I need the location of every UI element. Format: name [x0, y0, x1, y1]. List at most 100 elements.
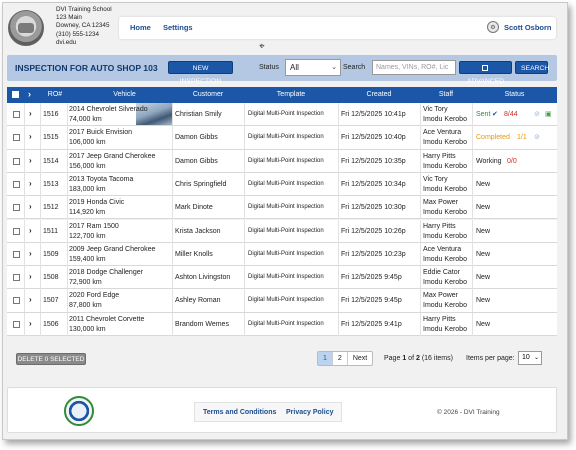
status-select[interactable]: All ⌄ — [285, 59, 341, 76]
ro-number[interactable]: 1514 — [43, 158, 59, 165]
row-expand-icon[interactable]: › — [29, 132, 32, 141]
row-expand-icon[interactable]: › — [29, 179, 32, 188]
page-2-button[interactable]: 2 — [333, 352, 348, 365]
page-info-prefix: Page — [384, 355, 401, 362]
vehicle-name[interactable]: 2018 Dodge Challenger — [69, 269, 143, 276]
table-row[interactable]: › 1512 2019 Honda Civic 114,920 km Mark Dino… — [7, 196, 557, 220]
items-per-page-value: 10 — [522, 354, 530, 361]
row-checkbox[interactable] — [13, 204, 20, 212]
row-checkbox[interactable] — [13, 297, 20, 305]
row-checkbox[interactable] — [13, 134, 20, 142]
customer-name: Krista Jackson — [175, 227, 221, 235]
row-checkbox[interactable] — [13, 157, 20, 165]
customer-name: Damon Gibbs — [175, 134, 218, 142]
ro-number[interactable]: 1512 — [43, 204, 59, 211]
customer-name: Chris Springfield — [175, 180, 227, 188]
link-icon[interactable]: ⊘ — [534, 133, 540, 141]
user-name: Scott Osborn — [504, 22, 552, 32]
col-staff[interactable]: Staff — [420, 91, 472, 98]
nav-settings[interactable]: Settings — [163, 23, 193, 32]
row-expand-icon[interactable]: › — [29, 202, 32, 211]
table-row[interactable]: › 1508 2018 Dodge Challenger 72,900 km Ashto… — [7, 266, 557, 290]
status-text: New — [476, 204, 491, 212]
select-all-checkbox[interactable] — [12, 91, 19, 98]
created-date: Fri 12/5/2025 10:41p — [341, 111, 406, 118]
link-icon[interactable]: ⊘ — [534, 110, 540, 118]
items-per-page-select[interactable]: 10 ⌄ — [518, 351, 542, 365]
expand-all-icon[interactable]: › — [28, 89, 31, 99]
vehicle-name[interactable]: 2017 Buick Envision — [69, 129, 132, 136]
staff-name: Vic Tory — [423, 106, 448, 113]
table-row[interactable]: › 1511 2017 Ram 1500 122,700 km Krista Jacks… — [7, 219, 557, 243]
col-vehicle[interactable]: Vehicle — [77, 91, 172, 98]
page-title: INSPECTION FOR AUTO SHOP 103 — [15, 63, 158, 73]
status-count: 1/1 — [517, 134, 527, 142]
staff-sub-name: Imodu Kerobo — [423, 185, 467, 193]
ro-number[interactable]: 1513 — [43, 181, 59, 188]
row-expand-icon[interactable]: › — [29, 319, 32, 328]
staff-sub-name: Imodu Kerobo — [423, 325, 467, 333]
vehicle-name[interactable]: 2020 Ford Edge — [69, 292, 119, 299]
table-row[interactable]: › 1516 2014 Chevrolet Silverado 74,000 km Ch… — [7, 103, 557, 127]
row-expand-icon[interactable]: › — [29, 249, 32, 258]
vehicle-name[interactable]: 2017 Ram 1500 — [69, 223, 119, 230]
row-expand-icon[interactable]: › — [29, 226, 32, 235]
terms-link[interactable]: Terms and Conditions — [203, 409, 276, 416]
new-inspection-button[interactable]: NEW INSPECTION — [168, 61, 233, 85]
row-checkbox[interactable] — [13, 320, 20, 328]
table-row[interactable]: › 1506 2011 Chevrolet Corvette 130,000 km Br… — [7, 312, 557, 336]
vehicle-name[interactable]: 2017 Jeep Grand Cherokee — [69, 153, 155, 160]
col-ro[interactable]: RO# — [43, 91, 67, 98]
col-status[interactable]: Status — [472, 91, 557, 98]
col-customer[interactable]: Customer — [172, 91, 244, 98]
privacy-link[interactable]: Privacy Policy — [286, 409, 333, 416]
table-row[interactable]: › 1514 2017 Jeep Grand Cherokee 156,000 km D… — [7, 149, 557, 173]
vehicle-name[interactable]: 2011 Chevrolet Corvette — [69, 316, 144, 323]
image-icon[interactable]: ▣ — [545, 110, 552, 118]
template-name: Digital Multi-Point Inspection — [248, 274, 324, 281]
ro-number[interactable]: 1508 — [43, 274, 59, 281]
ro-number[interactable]: 1509 — [43, 251, 59, 258]
table-row[interactable]: › 1507 2020 Ford Edge 87,800 km Ashley Roman… — [7, 289, 557, 313]
mouse-cursor-icon: ⌖ — [259, 41, 265, 52]
row-expand-icon[interactable]: › — [29, 272, 32, 281]
created-date: Fri 12/5/2025 10:34p — [341, 180, 406, 188]
row-checkbox[interactable] — [13, 180, 20, 188]
advanced-toggle[interactable]: ADVANCED — [459, 61, 512, 85]
row-expand-icon[interactable]: › — [29, 295, 32, 304]
nav-home[interactable]: Home — [130, 23, 151, 32]
vehicle-mileage: 159,400 km — [69, 255, 106, 263]
vehicle-name[interactable]: 2013 Toyota Tacoma — [69, 176, 133, 183]
search-button[interactable]: SEARCH — [515, 61, 549, 74]
row-checkbox[interactable] — [13, 227, 20, 235]
col-created[interactable]: Created — [338, 91, 420, 98]
ro-number[interactable]: 1511 — [43, 228, 58, 235]
table-row[interactable]: › 1515 2017 Buick Envision 106,000 km Damon … — [7, 126, 557, 150]
next-page-button[interactable]: Next — [348, 352, 372, 365]
status-count: 0/0 — [507, 157, 517, 165]
ro-number[interactable]: 1507 — [43, 297, 59, 304]
row-checkbox[interactable] — [13, 250, 20, 258]
table-row[interactable]: › 1513 2013 Toyota Tacoma 183,000 km Chris S… — [7, 172, 557, 197]
delete-selected-button[interactable]: DELETE 0 SELECTED — [16, 353, 86, 365]
vehicle-name[interactable]: 2014 Chevrolet Silverado — [69, 106, 148, 113]
status-text: New — [476, 297, 491, 305]
template-name: Digital Multi-Point Inspection — [248, 111, 324, 117]
vehicle-name[interactable]: 2019 Honda Civic — [69, 199, 124, 206]
col-template[interactable]: Template — [244, 91, 338, 98]
footer: Terms and Conditions Privacy Policy © 20… — [7, 387, 557, 433]
row-checkbox[interactable] — [13, 111, 20, 118]
row-checkbox[interactable] — [13, 274, 20, 282]
staff-name: Harry Pitts — [423, 152, 456, 160]
vehicle-name[interactable]: 2009 Jeep Grand Cherokee — [69, 246, 155, 253]
school-logo[interactable] — [8, 10, 44, 46]
table-row[interactable]: › 1509 2009 Jeep Grand Cherokee 159,400 km M… — [7, 242, 557, 267]
user-menu[interactable]: ⚙ Scott Osborn — [487, 21, 552, 33]
search-input[interactable]: Names, VINs, RO#, Lic — [372, 60, 456, 75]
page-1-button[interactable]: 1 — [318, 352, 333, 365]
ro-number[interactable]: 1506 — [43, 321, 59, 328]
ro-number[interactable]: 1516 — [43, 111, 59, 118]
row-expand-icon[interactable]: › — [29, 109, 32, 118]
ro-number[interactable]: 1515 — [43, 134, 59, 141]
row-expand-icon[interactable]: › — [29, 156, 32, 165]
